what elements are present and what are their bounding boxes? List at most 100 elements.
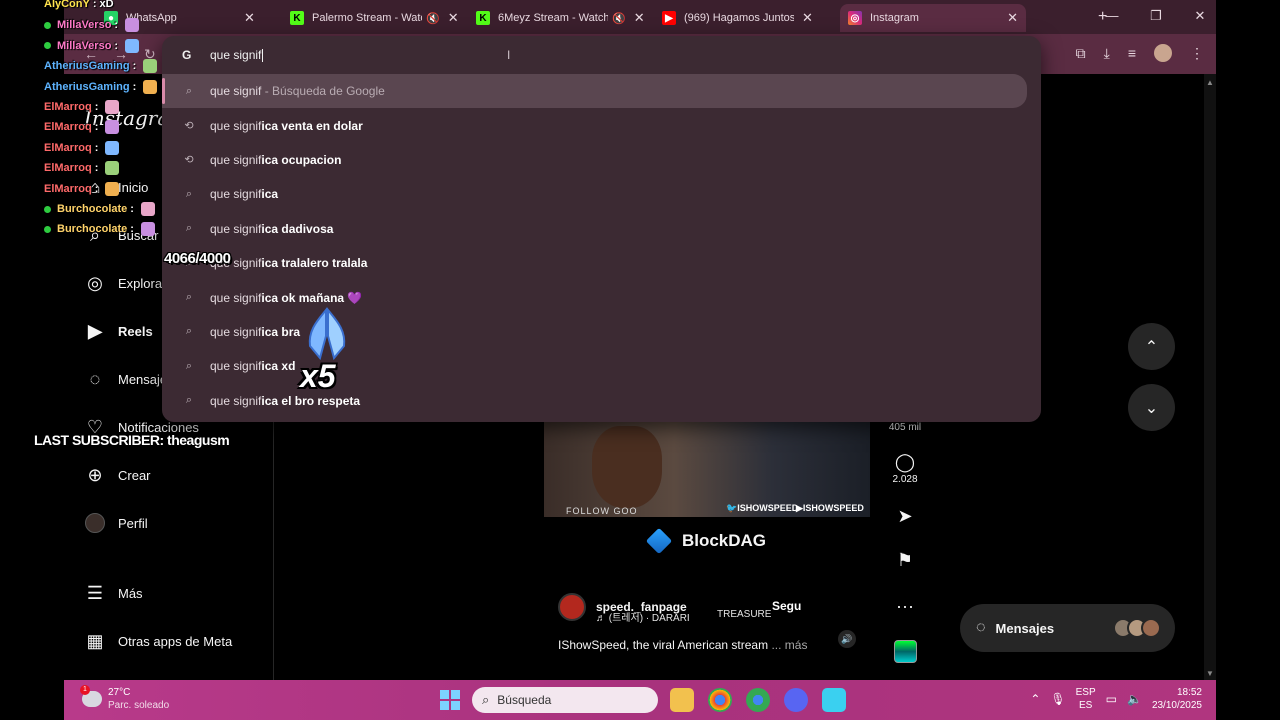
praying-hands-emote (308, 307, 346, 361)
sidebar-item-perfil[interactable]: Perfil (84, 512, 148, 534)
caption-text: IShowSpeed, the viral American stream (558, 638, 769, 652)
tab-instagram[interactable]: ◎ Instagram ✕ (840, 4, 1026, 32)
volume-icon[interactable]: 🔈 (1127, 692, 1142, 706)
chrome-profile-icon[interactable] (746, 688, 770, 712)
language-indicator[interactable]: ESP ES (1076, 686, 1096, 712)
sidebar-item-crear[interactable]: ⊕ Crear (84, 464, 150, 486)
temperature: 27°C (108, 687, 131, 698)
muted-speaker-icon[interactable]: 🔇 (612, 12, 626, 25)
chat-emote-icon (125, 38, 140, 53)
tab-palermo-stream[interactable]: K Palermo Stream - Watch 🔇 ✕ (282, 4, 467, 32)
previous-reel-button[interactable]: ⌃ (1128, 323, 1175, 370)
menu-dots-icon[interactable]: ⋮ (1190, 45, 1204, 62)
artist-label[interactable]: TREASURE (717, 609, 771, 620)
chat-message: ElMarroq: (44, 140, 120, 155)
sidebar-item-mas[interactable]: ☰ Más (84, 582, 143, 604)
close-icon[interactable]: ✕ (634, 10, 645, 26)
chat-message: MillaVerso: (44, 18, 140, 33)
author-avatar[interactable] (558, 593, 586, 621)
network-icon[interactable]: ▭ (1106, 692, 1117, 706)
sidebar-item-reels[interactable]: ▶ Reels (84, 320, 153, 342)
scroll-down-icon[interactable]: ▼ (1206, 669, 1214, 678)
clock[interactable]: 18:52 23/10/2025 (1152, 686, 1202, 712)
chrome-icon[interactable] (708, 688, 732, 712)
minimize-button[interactable]: — (1102, 8, 1122, 24)
chat-separator: : (94, 182, 99, 195)
discord-icon[interactable] (784, 688, 808, 712)
suggestion-item[interactable]: ⌕ que significa el bro respeta (162, 384, 1041, 418)
date: 23/10/2025 (1151, 700, 1202, 711)
extensions-icon[interactable]: ⧉ (1076, 45, 1086, 62)
chat-username: MillaVerso (57, 39, 112, 52)
chevron-up-icon: ⌃ (1144, 338, 1159, 356)
more-options-button[interactable]: ··· (880, 596, 930, 618)
time: 18:52 (1176, 687, 1202, 698)
cloud-sun-icon: 1 (80, 685, 102, 707)
youtube-icon: ▶ (662, 11, 676, 25)
suggestion-text: que significa dadivosa (210, 221, 334, 236)
muted-speaker-icon[interactable]: 🔇 (426, 12, 440, 25)
search-icon: ⌕ (185, 394, 193, 407)
tab-6meyz-stream[interactable]: K 6Meyz Stream - Watch 🔇 ✕ (468, 4, 653, 32)
audio-thumbnail[interactable] (894, 640, 917, 663)
suggestion-item[interactable]: ⟲ que significa ocupacion (162, 143, 1041, 177)
search-icon: ⌕ (185, 84, 193, 97)
windows-taskbar: 1 27°C Parc. soleado ⌕ Búsqueda ⌃ 🎙 ESP (64, 680, 1216, 720)
chat-username: AtheriusGaming (44, 60, 130, 73)
music-label[interactable]: ♬ (트레저) · DARARI (596, 609, 690, 624)
scroll-up-icon[interactable]: ▲ (1206, 78, 1214, 87)
close-icon[interactable]: ✕ (802, 10, 813, 26)
address-bar[interactable]: G que signif I (162, 36, 1041, 74)
sound-icon[interactable]: 🔊 (838, 630, 856, 648)
suggestion-item[interactable]: ⟲ que significa venta en dolar (162, 108, 1041, 142)
screen: ● WhatsApp ✕ K Palermo Stream - Watch 🔇 … (0, 0, 1280, 720)
start-button[interactable] (440, 690, 460, 710)
suggestion-item[interactable]: ⌕ que significa (162, 177, 1041, 211)
close-icon[interactable]: ✕ (448, 10, 459, 26)
sidebar-item-explorar[interactable]: ◎ Explorar (84, 272, 166, 294)
reels-icon: ▶ (88, 320, 102, 341)
sidebar-item-mensajes[interactable]: ◌ Mensajes (84, 368, 174, 390)
address-input[interactable]: que signif (210, 48, 264, 63)
close-window-button[interactable]: ✕ (1190, 8, 1210, 24)
media-controls-icon[interactable]: ≡ (1128, 45, 1136, 61)
messages-button[interactable]: ◌ Mensajes (960, 604, 1175, 652)
save-button[interactable]: ⚑ (880, 550, 930, 572)
comment-button[interactable]: ◯ 2.028 (880, 452, 930, 485)
suggestion-item[interactable]: ⌕ que significa xd (162, 349, 1041, 383)
taskbar-search[interactable]: ⌕ Búsqueda (472, 687, 658, 713)
suggestion-list: ⌕ que signif - Búsqueda de Google ⟲ que sig… (162, 74, 1041, 418)
chevron-up-icon[interactable]: ⌃ (1030, 692, 1040, 706)
next-reel-button[interactable]: ⌄ (1128, 384, 1175, 431)
keyboard-code: ES (1078, 700, 1093, 711)
more-link[interactable]: ... más (768, 638, 807, 652)
chat-username: AlyConY (44, 0, 90, 10)
download-icon[interactable]: ⤓ (1104, 45, 1110, 62)
app-icon[interactable] (822, 688, 846, 712)
profile-avatar[interactable] (1154, 44, 1172, 62)
share-button[interactable]: ➤ (880, 506, 930, 528)
suggestion-item[interactable]: ⌕ que significa ok mañana 💜 (162, 280, 1041, 314)
chat-message: ElMarroq: (44, 100, 120, 114)
suggestion-item[interactable]: ⌕ que signif - Búsqueda de Google (162, 74, 1027, 109)
chat-username: MillaVerso (57, 19, 112, 32)
sidebar-item-label: Explorar (118, 275, 167, 291)
weather-widget[interactable]: 1 27°C Parc. soleado (80, 685, 169, 712)
close-icon[interactable]: ✕ (244, 10, 255, 26)
online-dot (44, 42, 51, 50)
search-icon: ⌕ (185, 222, 193, 235)
file-explorer-icon[interactable] (670, 688, 694, 712)
suggestion-item[interactable]: ⌕ que significa bra (162, 315, 1041, 349)
suggestion-item[interactable]: ⌕ que significa dadivosa (162, 212, 1041, 246)
suggestion-item[interactable]: ⌕ que significa tralalero tralala (162, 246, 1041, 280)
microphone-icon[interactable]: 🎙 (1050, 692, 1065, 706)
video-frame (592, 426, 662, 508)
sidebar-item-otras-apps[interactable]: ▦ Otras apps de Meta (84, 630, 232, 652)
maximize-button[interactable]: ❐ (1146, 8, 1166, 24)
blockdag-logo-icon (645, 527, 673, 555)
reel-video[interactable]: FOLLOW GOO 🐦ISHOWSPEED ▶ISHOWSPEED (544, 422, 870, 517)
tab-youtube[interactable]: ▶ (969) Hagamos Juntos Tort ✕ (654, 4, 821, 32)
follow-button[interactable]: Segu (772, 599, 802, 621)
page-scrollbar[interactable]: ▲ ▼ (1204, 74, 1216, 680)
close-icon[interactable]: ✕ (1007, 10, 1018, 26)
